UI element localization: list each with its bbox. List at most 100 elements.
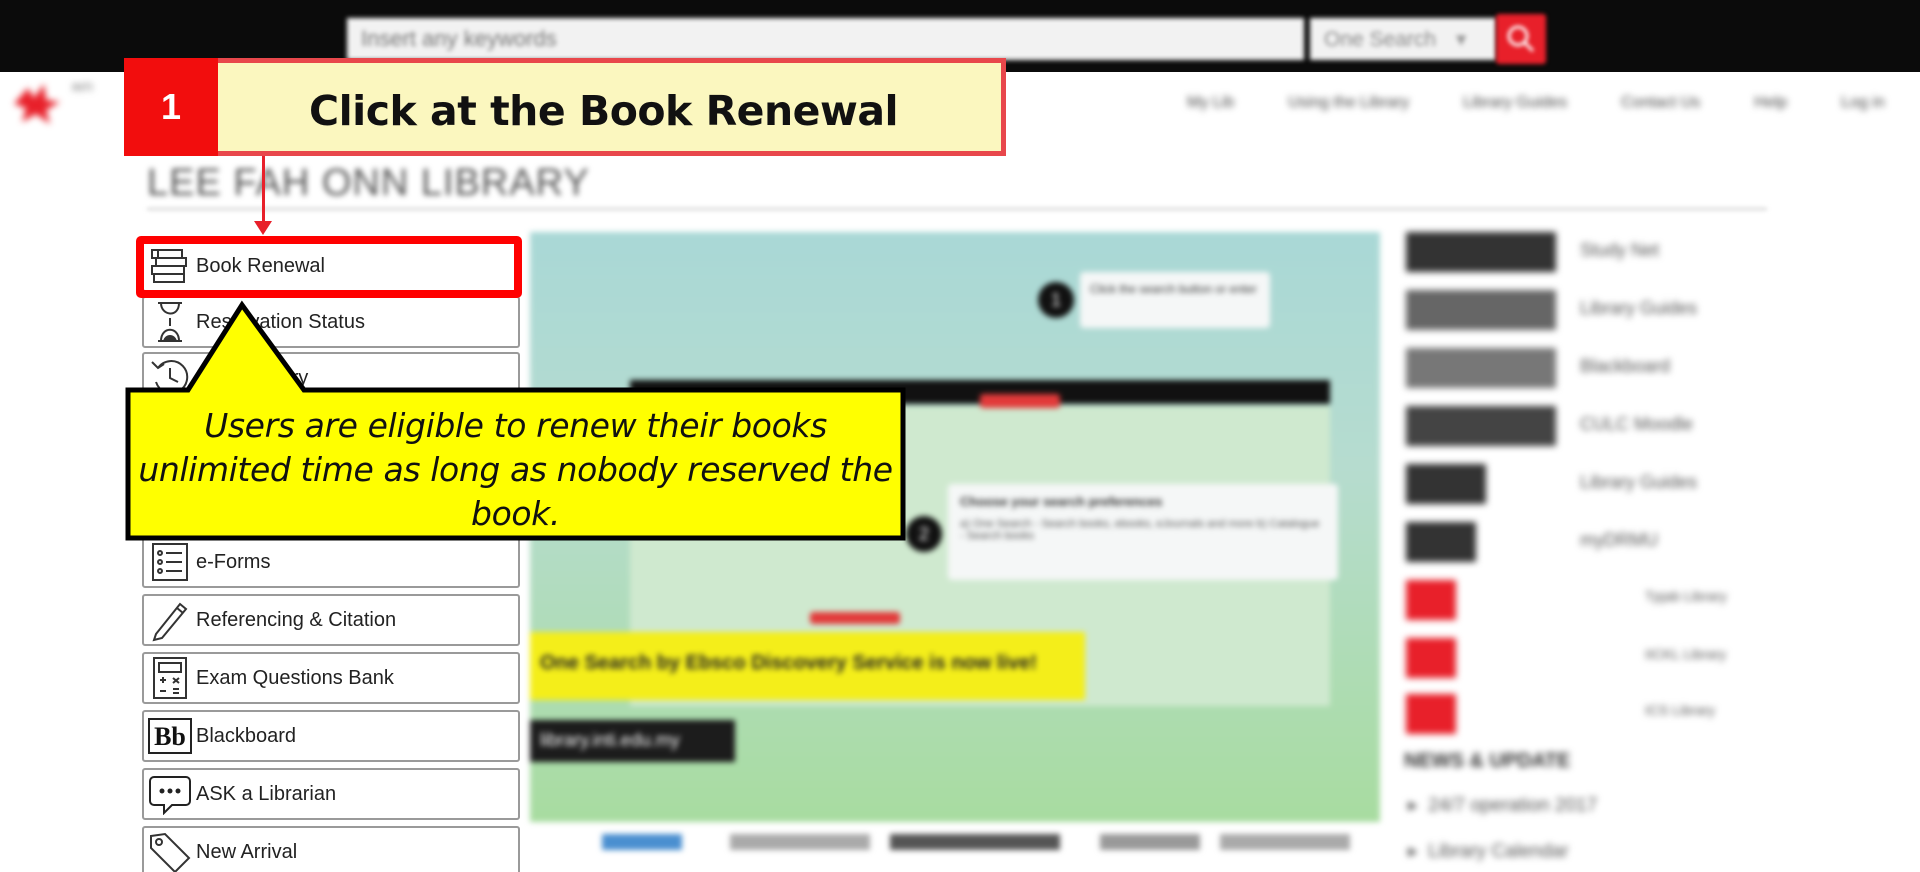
bullet-icon: ▸: [1408, 795, 1429, 816]
inti-logo-icon: [1406, 638, 1456, 678]
search-button[interactable]: [1496, 14, 1546, 64]
sidebar-link-ics-library[interactable]: ICS Library: [1400, 688, 1740, 740]
tutorial-step-banner: 1 Click at the Book Renewal: [124, 58, 1006, 156]
book-renewal-highlight: [136, 236, 522, 298]
news-item[interactable]: ▸ Library Calendar: [1408, 840, 1569, 863]
chat-icon: [144, 770, 196, 818]
chevron-down-icon: ▾: [1455, 28, 1467, 51]
partner-logo: [1406, 232, 1556, 272]
sidebar-link-label: IICKL Library: [1645, 646, 1727, 662]
menu-item-ask-librarian[interactable]: ASK a Librarian: [142, 768, 520, 820]
partner-logo: [1406, 406, 1556, 446]
search-scope-label: One Search: [1324, 28, 1437, 51]
search-icon: [1507, 25, 1535, 53]
tag-icon: [144, 828, 196, 872]
hourglass-icon: [144, 298, 196, 346]
inti-logo-icon: [14, 84, 60, 124]
partner-logo: [1406, 522, 1476, 562]
partner-logo: [602, 834, 682, 850]
sidebar-link-study-net[interactable]: Study Net: [1400, 226, 1740, 278]
inti-logo-icon: [1406, 580, 1456, 620]
sidebar-link-label: Library Guides: [1580, 298, 1698, 318]
sidebar-link-mydrmu[interactable]: myDRMU: [1400, 516, 1740, 568]
menu-item-label: Reservation Status: [196, 310, 365, 333]
sidebar-link-label: Library Guides: [1580, 472, 1698, 492]
banner-step2-marker: 2: [906, 516, 942, 552]
nav-link-using-library[interactable]: Using the Library: [1261, 94, 1436, 112]
news-heading: NEWS & UPDATE: [1404, 750, 1571, 772]
nav-link-my-lib[interactable]: My Lib: [1160, 94, 1261, 112]
partner-logo: [1100, 834, 1200, 850]
banner-step2-title: Choose your search preferences: [960, 494, 1163, 509]
search-scope-select[interactable]: One Search ▾: [1310, 18, 1496, 60]
banner-url-text: library.inti.edu.my: [540, 730, 680, 750]
sidebar-link-label: CULC Moodle: [1580, 414, 1694, 434]
step-number-badge: 1: [124, 58, 218, 156]
banner-red-mark: [980, 394, 1060, 408]
sidebar-link-library-guides[interactable]: Library Guides: [1400, 284, 1740, 336]
sidebar-link-iickl-library[interactable]: IICKL Library: [1400, 632, 1740, 684]
banner-step1-text: Click the search button or enter: [1090, 282, 1257, 296]
news-item-label: 24/7 operation 2017: [1428, 795, 1598, 816]
banner-step2-text: a) One Search - Search books, ebooks, eJ…: [960, 518, 1320, 542]
banner-red-mark: [810, 612, 900, 624]
sidebar-link-label: Blackboard: [1580, 356, 1671, 376]
banner-announcement-text: One Search by Ebsco Discovery Service is…: [540, 652, 1037, 674]
callout-text: Users are eligible to renew their books …: [138, 406, 893, 533]
svg-text:Bb: Bb: [154, 722, 186, 751]
menu-item-label: e-Forms: [196, 550, 271, 573]
bullet-icon: ▸: [1408, 841, 1429, 862]
partner-logo: [1406, 464, 1486, 504]
nav-link-library-guides[interactable]: Library Guides: [1436, 94, 1594, 112]
news-item[interactable]: ▸ 24/7 operation 2017: [1408, 794, 1597, 817]
menu-item-exam-questions-bank[interactable]: Exam Questions Bank: [142, 652, 520, 704]
arrow-down-icon: [254, 221, 272, 235]
nav-link-log-in[interactable]: Log in: [1814, 94, 1912, 112]
sidebar-link-library-guides-2[interactable]: Library Guides: [1400, 458, 1740, 510]
partner-logo: [730, 834, 870, 850]
menu-item-referencing-citation[interactable]: Referencing & Citation: [142, 594, 520, 646]
menu-item-label: ASK a Librarian: [196, 782, 337, 805]
search-input[interactable]: [347, 18, 1304, 60]
sidebar-link-tpjab-library[interactable]: Tpjab Library: [1400, 574, 1740, 626]
menu-item-loan-history[interactable]: Loan History: [142, 352, 520, 404]
menu-item-label: Blackboard: [196, 724, 297, 747]
title-divider: [147, 208, 1767, 210]
banner-announcement: One Search by Ebsco Discovery Service is…: [530, 632, 1085, 700]
main-nav: My Lib Using the Library Library Guides …: [1160, 94, 1912, 112]
banner-url-box: library.inti.edu.my: [530, 720, 735, 762]
pencil-icon: [144, 596, 196, 644]
sidebar-link-label: myDRMU: [1580, 530, 1658, 550]
sidebar-link-culc-moodle[interactable]: CULC Moodle: [1400, 400, 1740, 452]
banner-step1-card: Click the search button or enter: [1080, 272, 1270, 328]
sidebar-link-blackboard[interactable]: Blackboard: [1400, 342, 1740, 394]
partner-logo: [1406, 290, 1556, 330]
news-item-label: Library Calendar: [1428, 841, 1569, 862]
menu-item-blackboard[interactable]: Bb Blackboard: [142, 710, 520, 762]
banner-step2-card: Choose your search preferences a) One Se…: [948, 484, 1338, 580]
list-icon: [144, 538, 196, 586]
partner-logo: [1406, 348, 1556, 388]
menu-item-e-forms[interactable]: e-Forms: [142, 536, 520, 588]
nav-link-help[interactable]: Help: [1727, 94, 1814, 112]
menu-item-label: New Arrival: [196, 840, 298, 863]
menu-item-new-arrival[interactable]: New Arrival: [142, 826, 520, 872]
partner-logo: [1220, 834, 1350, 850]
history-icon: [144, 354, 196, 402]
right-sidebar: Study Net Library Guides Blackboard CULC…: [1400, 222, 1740, 872]
menu-item-label: Exam Questions Bank: [196, 666, 394, 689]
menu-item-reservation-status[interactable]: Reservation Status: [142, 296, 520, 348]
pointer-arrow: [262, 156, 265, 223]
sidebar-link-label: Tpjab Library: [1645, 588, 1727, 604]
sidebar-link-label: Study Net: [1580, 240, 1660, 260]
step-instruction: Click at the Book Renewal: [309, 87, 899, 135]
calculator-icon: [144, 654, 196, 702]
nav-link-contact-us[interactable]: Contact Us: [1594, 94, 1727, 112]
banner-step1-marker: 1: [1038, 282, 1074, 318]
sidebar-link-label: ICS Library: [1645, 702, 1716, 718]
menu-item-label: Referencing & Citation: [196, 608, 397, 631]
partner-logo: [890, 834, 1060, 850]
blackboard-icon: Bb: [144, 712, 196, 760]
partner-logos-strip: [530, 830, 1360, 854]
menu-item-label: Loan History: [196, 366, 309, 389]
